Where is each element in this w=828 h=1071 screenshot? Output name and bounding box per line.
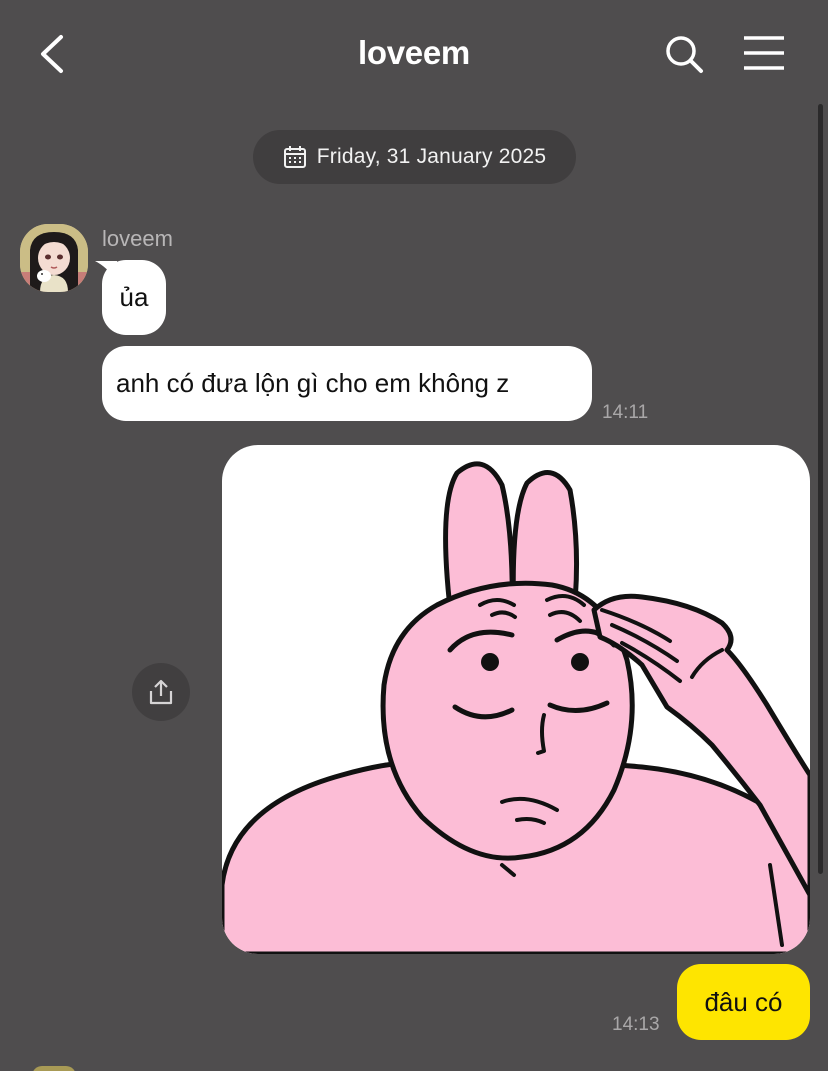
date-divider: Friday, 31 January 2025 <box>253 130 576 184</box>
girl-avatar-icon <box>20 224 88 292</box>
message-time: 14:11 <box>602 402 649 423</box>
hamburger-menu-icon <box>744 36 784 70</box>
search-button[interactable] <box>660 30 708 78</box>
scrollbar[interactable] <box>818 104 823 874</box>
date-label: Friday, 31 January 2025 <box>316 145 547 168</box>
sender-name: loveem <box>102 226 173 251</box>
message-text: đâu có <box>704 986 783 1017</box>
chat-screen: loveem Friday, 31 January 2025 loveem ủa… <box>0 0 828 1071</box>
message-text: anh có đưa lộn gì cho em không z <box>116 368 510 398</box>
share-button[interactable] <box>132 663 190 721</box>
calendar-icon <box>283 146 306 168</box>
message-time: 14:13 <box>612 1014 660 1035</box>
message-text: ủa <box>119 282 149 312</box>
incoming-message-bubble[interactable]: anh có đưa lộn gì cho em không z <box>102 346 592 421</box>
pink-rabbit-sticker-icon <box>222 461 810 954</box>
menu-button[interactable] <box>740 34 788 74</box>
search-icon <box>666 36 703 73</box>
sticker-message[interactable] <box>222 445 810 954</box>
next-message-avatar <box>32 1066 76 1071</box>
outgoing-message-bubble[interactable]: đâu có <box>677 964 810 1040</box>
share-icon <box>149 679 173 705</box>
sender-avatar[interactable] <box>20 224 88 292</box>
incoming-message-bubble[interactable]: ủa <box>102 260 166 335</box>
